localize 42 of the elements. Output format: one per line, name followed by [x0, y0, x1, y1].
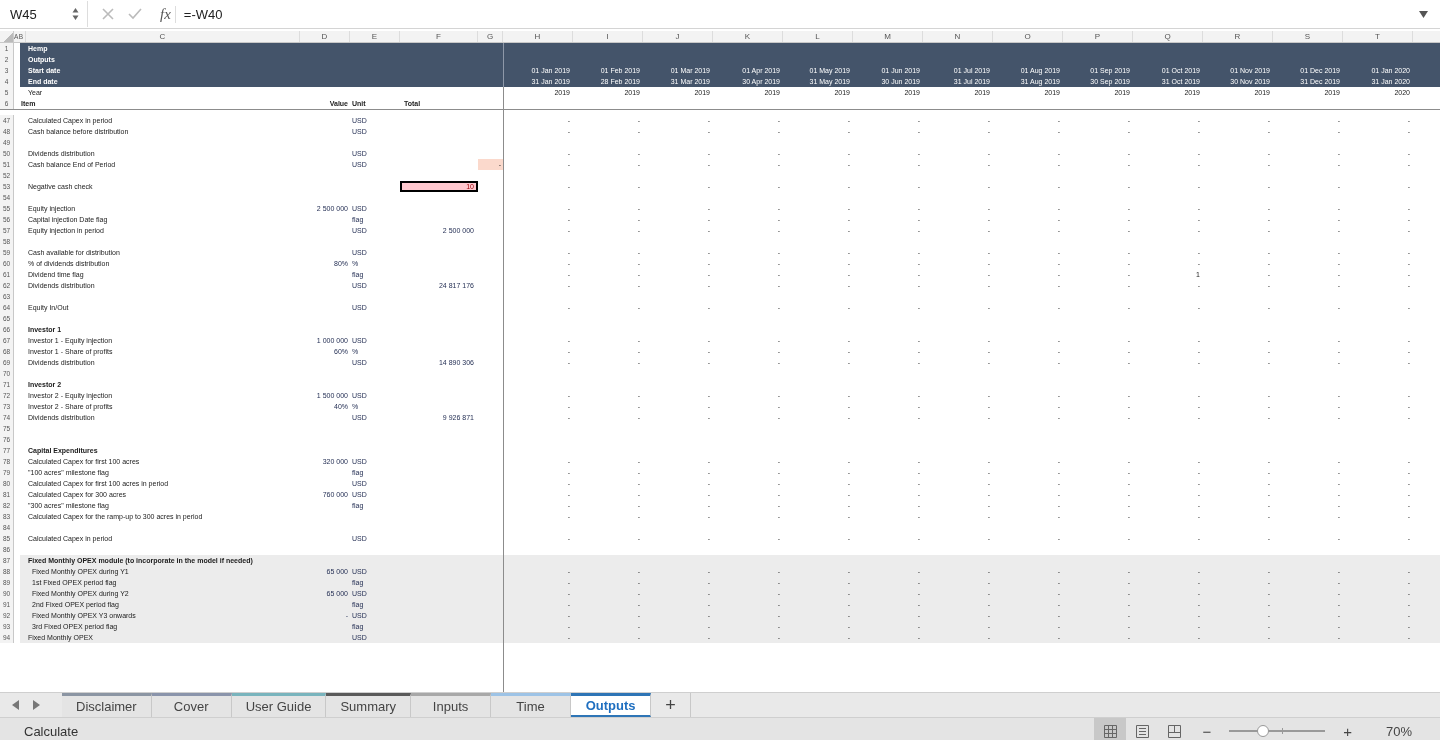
sheet-tab[interactable]: Inputs [411, 693, 492, 717]
status-text: Calculate [24, 723, 80, 739]
formula-field[interactable]: =-W40 [175, 6, 1419, 22]
column-header[interactable]: N [923, 31, 993, 42]
column-header[interactable]: S [1273, 31, 1343, 42]
stepper-icon[interactable] [72, 7, 79, 21]
column-header[interactable]: L [783, 31, 853, 42]
column-header[interactable]: G [478, 31, 503, 42]
normal-view-button[interactable] [1094, 718, 1127, 740]
page-break-icon [1167, 724, 1181, 738]
sheet-tab[interactable]: Outputs [571, 693, 652, 717]
name-box[interactable]: W45 [0, 1, 88, 27]
zoom-level: 70% [1385, 723, 1412, 739]
sheet-tab[interactable]: Summary [326, 693, 412, 717]
column-header[interactable]: O [993, 31, 1063, 42]
sheet-tab[interactable]: Disclaimer [62, 693, 152, 717]
sheet-tab[interactable]: Cover [151, 693, 232, 717]
zoom-out-button[interactable]: − [1196, 721, 1218, 740]
previous-sheet-icon[interactable] [12, 700, 20, 710]
function-button[interactable]: fx [156, 5, 176, 23]
sheet-tab[interactable]: User Guide [231, 693, 327, 717]
column-header[interactable]: R [1203, 31, 1273, 42]
caret-icon[interactable] [1419, 10, 1428, 18]
column-header[interactable]: E [350, 31, 400, 42]
column-header[interactable]: I [573, 31, 643, 42]
zoom-in-button[interactable]: + [1337, 721, 1358, 740]
cancel-icon[interactable] [102, 8, 114, 20]
check-icon[interactable] [128, 8, 142, 20]
next-sheet-icon[interactable] [32, 700, 40, 710]
column-header[interactable]: D [300, 31, 350, 42]
column-header[interactable]: F [400, 31, 478, 42]
column-header[interactable]: P [1063, 31, 1133, 42]
page-icon [1135, 724, 1149, 738]
column-header[interactable]: H [503, 31, 573, 42]
column-header[interactable]: J [643, 31, 713, 42]
column-header[interactable]: C [26, 31, 300, 42]
sheet-tab[interactable]: Time [491, 693, 572, 717]
column-header[interactable]: K [713, 31, 783, 42]
column-header[interactable]: T [1343, 31, 1413, 42]
column-header[interactable]: M [853, 31, 923, 42]
column-header[interactable]: Q [1133, 31, 1203, 42]
grid-icon [1103, 724, 1117, 738]
